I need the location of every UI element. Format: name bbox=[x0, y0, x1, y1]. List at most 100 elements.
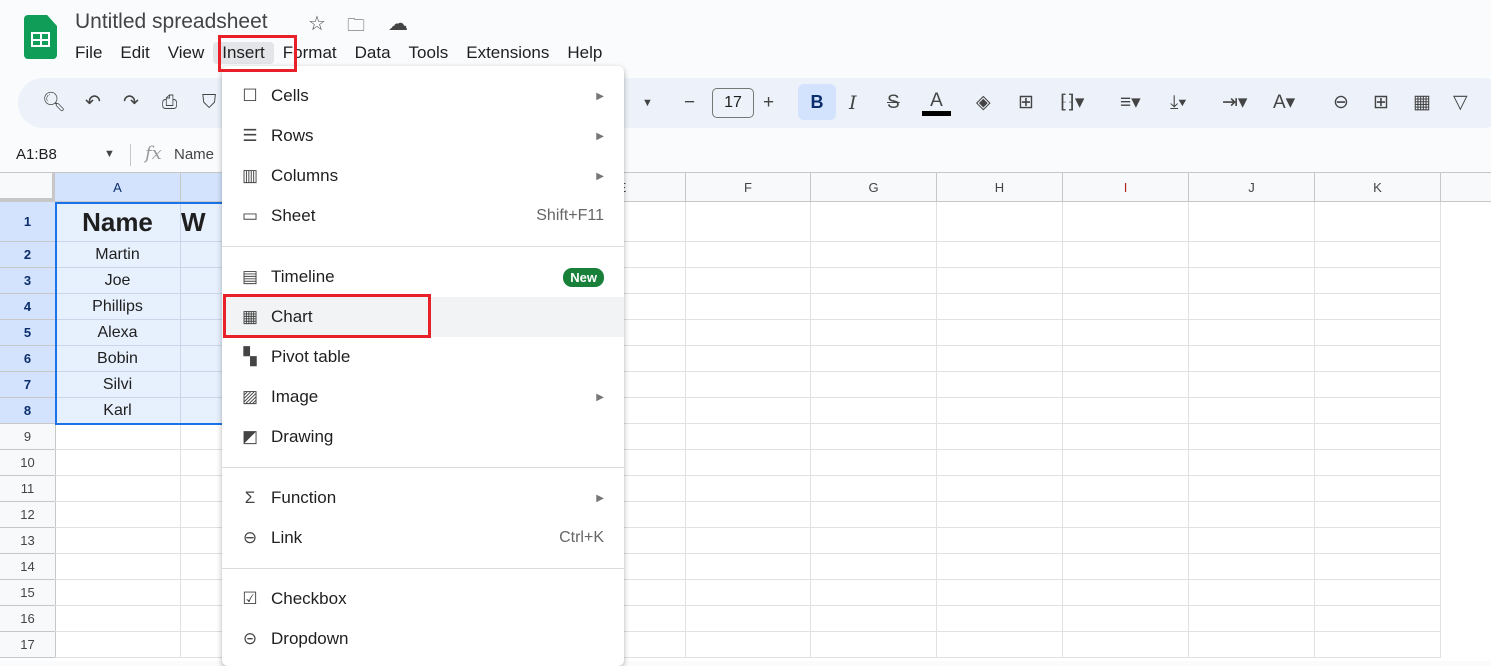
column-header-a[interactable]: A bbox=[55, 172, 181, 202]
cell-f11[interactable] bbox=[686, 476, 811, 502]
cell-h12[interactable] bbox=[937, 502, 1063, 528]
cell-j17[interactable] bbox=[1189, 632, 1315, 658]
menu-data[interactable]: Data bbox=[346, 42, 400, 64]
vertical-align-icon[interactable]: ⤓▾ bbox=[1170, 91, 1186, 115]
menu-file[interactable]: File bbox=[66, 42, 111, 64]
cell-f12[interactable] bbox=[686, 502, 811, 528]
row-header-11[interactable]: 11 bbox=[0, 476, 56, 502]
cell-h10[interactable] bbox=[937, 450, 1063, 476]
insert-link-icon[interactable]: ⊖ bbox=[1333, 91, 1349, 115]
cell-h7[interactable] bbox=[937, 372, 1063, 398]
cell-f10[interactable] bbox=[686, 450, 811, 476]
cell-g12[interactable] bbox=[811, 502, 937, 528]
cell-k8[interactable] bbox=[1315, 398, 1441, 424]
cell-h1[interactable] bbox=[937, 202, 1063, 242]
cell-h4[interactable] bbox=[937, 294, 1063, 320]
cell-j4[interactable] bbox=[1189, 294, 1315, 320]
cell-j15[interactable] bbox=[1189, 580, 1315, 606]
cell-k14[interactable] bbox=[1315, 554, 1441, 580]
row-header-3[interactable]: 3 bbox=[0, 268, 56, 294]
cell-i14[interactable] bbox=[1063, 554, 1189, 580]
text-wrap-icon[interactable]: ⇥▾ bbox=[1222, 91, 1247, 115]
cell-a11[interactable] bbox=[55, 476, 181, 502]
cell-h15[interactable] bbox=[937, 580, 1063, 606]
cell-i13[interactable] bbox=[1063, 528, 1189, 554]
cell-k10[interactable] bbox=[1315, 450, 1441, 476]
insert-comment-icon[interactable]: ⊞ bbox=[1373, 91, 1389, 115]
cell-g15[interactable] bbox=[811, 580, 937, 606]
cell-f5[interactable] bbox=[686, 320, 811, 346]
cell-i2[interactable] bbox=[1063, 242, 1189, 268]
cell-k6[interactable] bbox=[1315, 346, 1441, 372]
cell-j13[interactable] bbox=[1189, 528, 1315, 554]
cell-h9[interactable] bbox=[937, 424, 1063, 450]
cell-j9[interactable] bbox=[1189, 424, 1315, 450]
cell-j14[interactable] bbox=[1189, 554, 1315, 580]
star-icon[interactable]: ☆ bbox=[308, 11, 326, 36]
font-size-input[interactable]: 17 bbox=[712, 88, 754, 118]
cell-i16[interactable] bbox=[1063, 606, 1189, 632]
menu-item-cells[interactable]: ☐ Cells ▶ bbox=[222, 76, 624, 116]
row-header-14[interactable]: 14 bbox=[0, 554, 56, 580]
row-header-10[interactable]: 10 bbox=[0, 450, 56, 476]
cell-f6[interactable] bbox=[686, 346, 811, 372]
cell-g17[interactable] bbox=[811, 632, 937, 658]
name-box-dropdown-icon[interactable]: ▼ bbox=[104, 148, 115, 160]
name-box[interactable]: A1:B8 bbox=[16, 146, 57, 163]
cell-i1[interactable] bbox=[1063, 202, 1189, 242]
insert-chart-icon[interactable]: ▦ bbox=[1413, 91, 1431, 115]
cell-a7[interactable]: Silvi bbox=[55, 372, 181, 398]
cell-j7[interactable] bbox=[1189, 372, 1315, 398]
cell-a3[interactable]: Joe bbox=[55, 268, 181, 294]
cell-a17[interactable] bbox=[55, 632, 181, 658]
menu-tools[interactable]: Tools bbox=[400, 42, 458, 64]
menu-item-timeline[interactable]: ▤ Timeline New bbox=[222, 257, 624, 297]
menu-item-sheet[interactable]: ▭ Sheet Shift+F11 bbox=[222, 196, 624, 236]
cell-j2[interactable] bbox=[1189, 242, 1315, 268]
filter-icon[interactable]: ▽ bbox=[1453, 91, 1468, 115]
cell-a9[interactable] bbox=[55, 424, 181, 450]
cell-h11[interactable] bbox=[937, 476, 1063, 502]
cell-a13[interactable] bbox=[55, 528, 181, 554]
cell-a8[interactable]: Karl bbox=[55, 398, 181, 424]
row-header-16[interactable]: 16 bbox=[0, 606, 56, 632]
menu-item-columns[interactable]: ▥ Columns ▶ bbox=[222, 156, 624, 196]
row-header-5[interactable]: 5 bbox=[0, 320, 56, 346]
cell-k13[interactable] bbox=[1315, 528, 1441, 554]
cell-f3[interactable] bbox=[686, 268, 811, 294]
cell-g14[interactable] bbox=[811, 554, 937, 580]
cell-h16[interactable] bbox=[937, 606, 1063, 632]
paint-format-icon[interactable]: ⛉ bbox=[202, 91, 216, 115]
row-header-6[interactable]: 6 bbox=[0, 346, 56, 372]
row-header-12[interactable]: 12 bbox=[0, 502, 56, 528]
cell-g6[interactable] bbox=[811, 346, 937, 372]
cell-h13[interactable] bbox=[937, 528, 1063, 554]
cell-i17[interactable] bbox=[1063, 632, 1189, 658]
cell-j3[interactable] bbox=[1189, 268, 1315, 294]
cell-f16[interactable] bbox=[686, 606, 811, 632]
cell-a16[interactable] bbox=[55, 606, 181, 632]
cell-i12[interactable] bbox=[1063, 502, 1189, 528]
cell-k3[interactable] bbox=[1315, 268, 1441, 294]
font-dropdown-icon[interactable]: ▼ bbox=[642, 91, 653, 115]
cell-k12[interactable] bbox=[1315, 502, 1441, 528]
menu-help[interactable]: Help bbox=[558, 42, 611, 64]
menu-item-image[interactable]: ▨ Image ▶ bbox=[222, 377, 624, 417]
cell-g10[interactable] bbox=[811, 450, 937, 476]
column-header-g[interactable]: G bbox=[811, 172, 937, 202]
cell-h5[interactable] bbox=[937, 320, 1063, 346]
cell-h3[interactable] bbox=[937, 268, 1063, 294]
cell-j1[interactable] bbox=[1189, 202, 1315, 242]
cell-f2[interactable] bbox=[686, 242, 811, 268]
cell-a14[interactable] bbox=[55, 554, 181, 580]
cell-f1[interactable] bbox=[686, 202, 811, 242]
cell-i15[interactable] bbox=[1063, 580, 1189, 606]
row-header-9[interactable]: 9 bbox=[0, 424, 56, 450]
cell-i3[interactable] bbox=[1063, 268, 1189, 294]
cell-i5[interactable] bbox=[1063, 320, 1189, 346]
text-rotation-icon[interactable]: A▾ bbox=[1273, 91, 1295, 115]
column-header-h[interactable]: H bbox=[937, 172, 1063, 202]
cell-f15[interactable] bbox=[686, 580, 811, 606]
increase-font-size-icon[interactable]: + bbox=[763, 91, 774, 115]
row-header-1[interactable]: 1 bbox=[0, 202, 56, 242]
